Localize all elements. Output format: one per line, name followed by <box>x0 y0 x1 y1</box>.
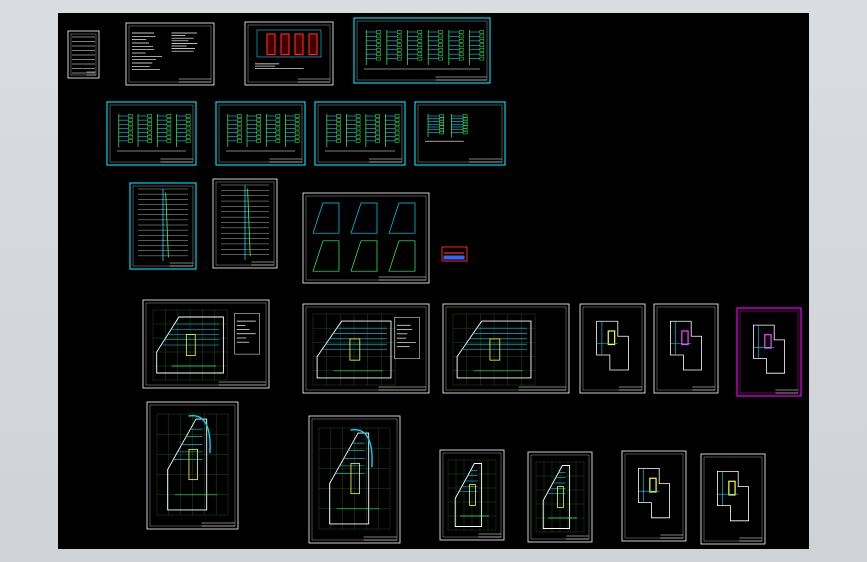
sheet-equipment-schedule[interactable] <box>244 21 334 86</box>
sheet-podium-plan-a[interactable] <box>146 401 239 530</box>
sheet-tower-plan-a[interactable] <box>579 303 646 394</box>
sheet-drawing-index[interactable] <box>67 30 100 79</box>
sheet-level-3-plan[interactable] <box>527 451 593 543</box>
model-space-canvas[interactable] <box>58 13 809 549</box>
cad-application <box>0 0 867 562</box>
sheet-system-diagram-d[interactable] <box>314 101 406 166</box>
sheet-system-diagram-c[interactable] <box>215 101 306 166</box>
sheet-level-4-plan[interactable] <box>621 450 687 542</box>
legend-block <box>441 246 468 262</box>
drawing-viewport[interactable] <box>58 13 809 549</box>
sheet-system-diagram-a[interactable] <box>353 17 491 84</box>
sheet-system-diagram-e[interactable] <box>414 101 506 166</box>
sheet-riser-b[interactable] <box>212 178 278 269</box>
sheet-design-notes[interactable] <box>125 22 215 86</box>
sheet-riser-a[interactable] <box>129 182 197 270</box>
sheet-first-floor-plan[interactable] <box>442 303 570 394</box>
sheet-details[interactable] <box>302 192 430 284</box>
sheet-level-5-plan[interactable] <box>700 453 766 545</box>
sheet-basement-plan[interactable] <box>142 299 270 389</box>
sheet-tower-plan-b[interactable] <box>653 303 719 394</box>
sheet-roof-plan[interactable] <box>736 307 802 397</box>
sheet-system-diagram-b[interactable] <box>106 101 197 166</box>
sheet-ground-plan[interactable] <box>302 303 430 394</box>
sheet-podium-plan-b[interactable] <box>308 415 401 544</box>
sheet-level-2-plan[interactable] <box>439 449 505 541</box>
